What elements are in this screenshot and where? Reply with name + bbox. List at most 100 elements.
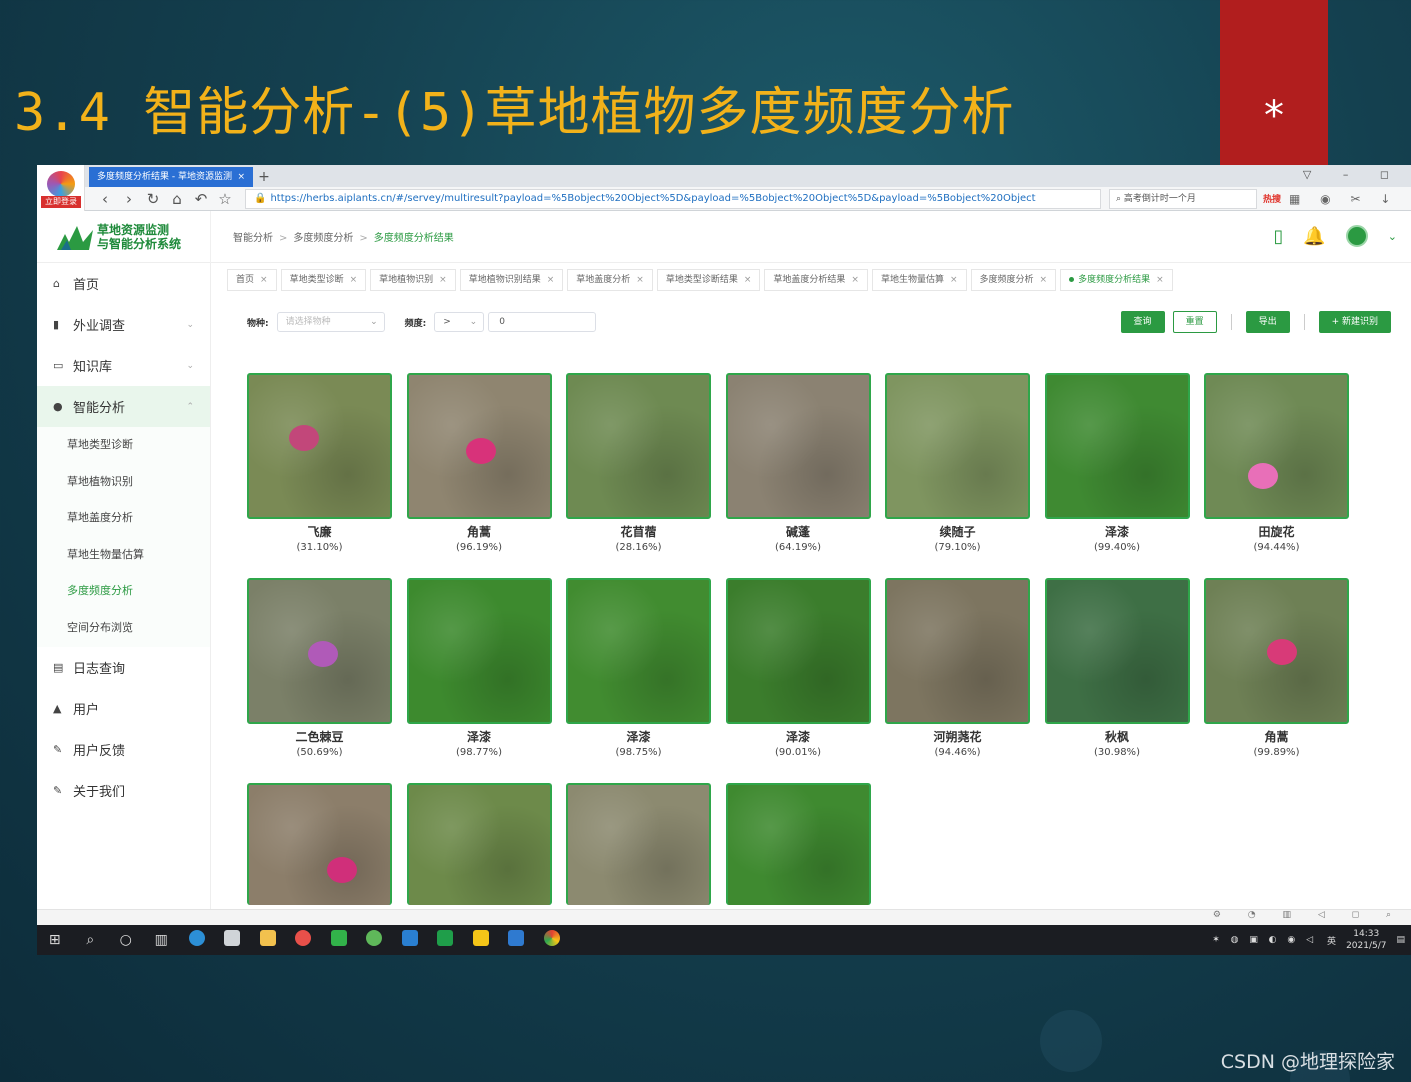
tab[interactable]: 草地盖度分析结果 × [764,269,868,291]
new-recognition-button[interactable]: + 新建识别 [1318,311,1391,333]
result-card[interactable]: 角蒿 (99.89%) [1204,578,1349,783]
query-button[interactable]: 查询 [1120,311,1165,333]
submenu-item[interactable]: 空间分布浏览 [37,610,210,647]
mail-icon[interactable] [392,930,428,950]
sidebar-item-smart-analysis[interactable]: ● 智能分析 ⌃ [37,386,210,427]
windows-start-icon[interactable]: ⊞ [37,932,73,948]
result-card[interactable]: 泽漆 (98.75%) [566,578,711,783]
plant-photo[interactable] [247,578,392,724]
result-card[interactable]: 泽漆 (99.40%) [1044,373,1190,578]
plant-photo[interactable] [406,783,552,905]
star-icon[interactable]: ☆ [213,190,237,208]
reset-button[interactable]: 重置 [1172,311,1217,333]
plant-photo[interactable] [566,373,711,519]
close-icon[interactable]: × [439,275,447,285]
species-select[interactable]: 请选择物种 ⌄ [276,312,385,332]
plant-photo[interactable] [406,373,552,519]
tab[interactable]: 首页 × [227,269,277,291]
sidebar-item-users[interactable]: ▲ 用户 [37,688,210,729]
plant-photo[interactable] [725,578,871,724]
breadcrumb-item[interactable]: 多度频度分析 [293,233,353,244]
search-icon[interactable]: ⌕ [73,932,109,948]
chrome-icon[interactable] [534,930,570,950]
result-card[interactable] [247,783,392,905]
close-icon[interactable]: × [260,275,268,285]
close-icon[interactable]: × [636,275,644,285]
wechat-work-icon[interactable] [321,930,357,950]
back-icon[interactable]: ‹ [93,190,117,208]
notes-icon[interactable] [463,930,499,950]
operator-select[interactable]: > ⌄ [434,312,485,332]
notification-icon[interactable]: ▤ [1396,935,1405,945]
bell-icon[interactable]: 🔔 [1303,226,1325,247]
close-icon[interactable]: × [350,275,358,285]
clock[interactable]: 14:33 2021/5/7 [1346,928,1386,952]
plant-photo[interactable] [1204,373,1349,519]
app-logo[interactable]: 草地资源监测 与智能分析系统 [37,210,211,263]
excel-icon[interactable] [428,930,464,950]
sidebar-item-logs[interactable]: ▤ 日志查询 [37,647,210,688]
plant-photo[interactable] [566,578,711,724]
mobile-icon[interactable]: ▯ [1273,226,1283,247]
result-card[interactable]: 秋枫 (30.98%) [1044,578,1190,783]
breadcrumb-item[interactable]: 智能分析 [233,233,273,244]
result-card[interactable] [406,783,552,905]
chevron-down-icon[interactable]: ⌄ [1388,230,1397,243]
tray-icons[interactable]: ✶ ◍ ▣ ◐ ◉ ◁ [1212,935,1317,945]
result-card[interactable] [725,783,871,905]
plant-photo[interactable] [1044,578,1190,724]
close-icon[interactable]: × [1040,275,1048,285]
tab[interactable]: 多度频度分析 × [970,269,1057,291]
result-card[interactable]: 泽漆 (98.77%) [406,578,552,783]
result-card[interactable]: 碱蓬 (64.19%) [725,373,871,578]
folder-icon[interactable] [250,930,286,950]
tab[interactable]: 草地生物量估算 × [871,269,967,291]
result-card[interactable] [566,783,711,905]
photos-icon[interactable] [499,930,535,950]
tab[interactable]: 草地植物识别结果 × [459,269,564,291]
tab[interactable]: 草地类型诊断 × [280,269,367,291]
reload-icon[interactable]: ↻ [141,190,165,208]
close-icon[interactable]: × [851,275,859,285]
sidebar-item-about[interactable]: ✎ 关于我们 [37,770,210,811]
home-icon[interactable]: ⌂ [165,190,189,208]
plant-photo[interactable] [247,373,392,519]
window-controls[interactable]: ▽ – ◻ [1303,168,1403,181]
plant-photo[interactable] [725,783,871,905]
submenu-item-active[interactable]: 多度频度分析 [37,573,210,610]
browser-tab[interactable]: 多度频度分析结果 - 草地资源监测 × [89,167,253,187]
tab[interactable]: 草地盖度分析 × [567,269,653,291]
sidebar-item-feedback[interactable]: ✎ 用户反馈 [37,729,210,770]
result-card[interactable]: 花苜蓿 (28.16%) [566,373,711,578]
cortana-icon[interactable]: ○ [108,932,144,948]
undo-icon[interactable]: ↶ [189,190,213,208]
plant-photo[interactable] [885,578,1030,724]
tab[interactable]: 草地植物识别 × [370,269,456,291]
submenu-item[interactable]: 草地类型诊断 [37,427,210,464]
tab[interactable]: 草地类型诊断结果 × [656,269,761,291]
close-icon[interactable]: × [744,275,752,285]
plant-photo[interactable] [885,373,1030,519]
frequency-input[interactable]: 0 [488,312,597,332]
ime-indicator[interactable]: 英 [1327,934,1336,947]
result-card[interactable]: 二色棘豆 (50.69%) [247,578,392,783]
plant-photo[interactable] [566,783,711,905]
sidebar-item-knowledge[interactable]: ▭ 知识库 ⌄ [37,345,210,386]
result-card[interactable]: 河朔荛花 (94.46%) [885,578,1030,783]
app-badge[interactable]: 立即登录 [37,165,85,211]
submenu-item[interactable]: 草地生物量估算 [37,537,210,574]
submenu-item[interactable]: 草地植物识别 [37,464,210,501]
avatar[interactable] [1345,225,1368,247]
sidebar-item-home[interactable]: ⌂ 首页 [37,263,210,304]
plant-photo[interactable] [1044,373,1190,519]
tab-active[interactable]: 多度频度分析结果 × [1060,269,1173,291]
task-view-icon[interactable]: ▥ [144,932,180,948]
sidebar-item-field-survey[interactable]: ▮ 外业调查 ⌄ [37,304,210,345]
browser-search-field[interactable]: ⌕ 高考倒计时一个月 [1109,188,1257,209]
plant-photo[interactable] [247,783,392,905]
browser-toolbar-icons[interactable]: ▦ ◉ ✂ ↓ [1289,192,1398,206]
result-card[interactable]: 田旋花 (94.44%) [1204,373,1349,578]
browser-app-icon[interactable] [286,930,322,950]
forward-icon[interactable]: › [117,190,141,208]
plant-photo[interactable] [1204,578,1349,724]
